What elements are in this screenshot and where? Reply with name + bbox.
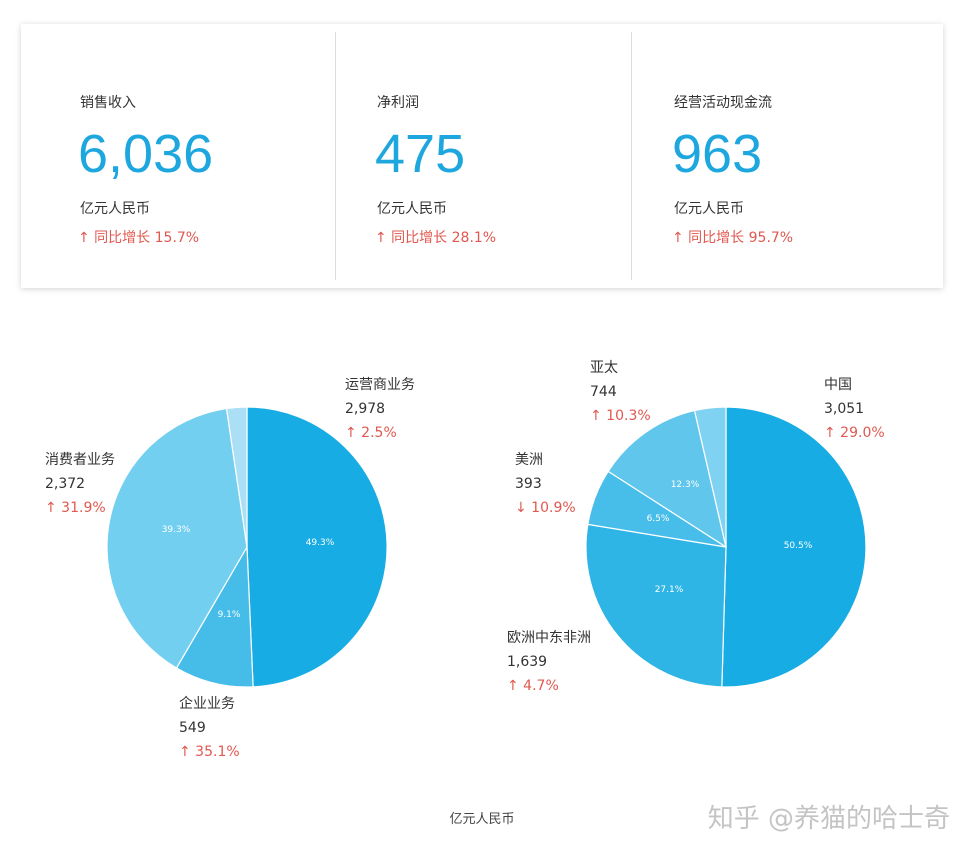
pie-chart-2: 50.5% 27.1% 6.5% 12.3% 中国 3,051 ↑ 29.0% 欧洲中东非洲 1… <box>507 360 885 694</box>
slice-value-label: 2,372 <box>45 476 85 492</box>
slice-percent-label: 12.3% <box>671 480 700 490</box>
slice-value-label: 393 <box>515 476 542 492</box>
slice-name-label: 美洲 <box>515 452 543 468</box>
slice-percent-label: 50.5% <box>784 541 813 551</box>
slice-value-label: 549 <box>179 720 206 736</box>
slice-value-label: 1,639 <box>507 654 547 670</box>
slice-change-label: ↑ 2.5% <box>345 425 397 441</box>
slice-value-label: 3,051 <box>824 401 864 417</box>
slice-value-label: 744 <box>590 384 617 400</box>
slice-percent-label: 6.5% <box>647 514 670 524</box>
pie-slice <box>585 523 727 688</box>
slice-change-label: ↑ 35.1% <box>179 744 240 760</box>
pie-chart-1: 49.3% 9.1% 39.3% 运营商业务 2,978 ↑ 2.5% 企业业务 549 ↑ 3… <box>45 377 415 760</box>
slice-name-label: 企业业务 <box>179 695 235 712</box>
slice-change-label: ↑ 29.0% <box>824 425 885 441</box>
slice-name-label: 欧洲中东非洲 <box>507 630 591 646</box>
slice-name-label: 运营商业务 <box>345 377 415 393</box>
slice-percent-label: 49.3% <box>306 538 335 548</box>
slice-change-label: ↑ 10.3% <box>590 408 651 424</box>
slice-change-label: ↓ 10.9% <box>515 500 576 516</box>
slice-name-label: 亚太 <box>590 360 618 376</box>
slice-percent-label: 9.1% <box>218 610 241 620</box>
slice-change-label: ↑ 31.9% <box>45 500 106 516</box>
slice-name-label: 中国 <box>824 377 852 393</box>
watermark: 知乎 @养猫的哈士奇 <box>707 804 950 834</box>
slice-name-label: 消费者业务 <box>45 452 115 468</box>
pie-charts: 49.3% 9.1% 39.3% 运营商业务 2,978 ↑ 2.5% 企业业务 549 ↑ 3… <box>45 360 885 760</box>
slice-value-label: 2,978 <box>345 401 385 417</box>
slice-percent-label: 39.3% <box>162 525 191 535</box>
slice-change-label: ↑ 4.7% <box>507 678 559 694</box>
slice-percent-label: 27.1% <box>655 585 684 595</box>
